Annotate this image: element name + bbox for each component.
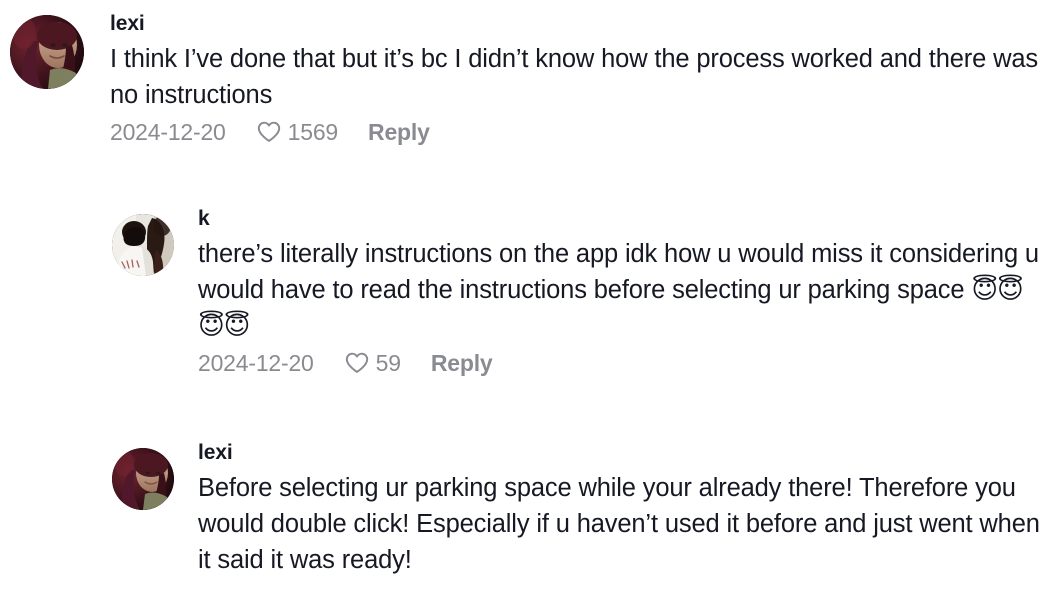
- comment-item: lexi Before selecting ur parking space w…: [112, 440, 1048, 578]
- avatar-lexi[interactable]: [112, 448, 174, 510]
- like-count: 1569: [287, 118, 339, 145]
- comment-text: there’s literally instructions on the ap…: [198, 236, 1048, 344]
- reply-button[interactable]: Reply: [368, 120, 430, 144]
- reply-button[interactable]: Reply: [431, 351, 493, 375]
- comment-body: k there’s literally instructions on the …: [198, 206, 1048, 376]
- like-count: 59: [375, 349, 401, 376]
- comment-text-body: there’s literally instructions on the ap…: [198, 240, 1039, 305]
- comment-username[interactable]: lexi: [110, 11, 1048, 37]
- avatar-lexi[interactable]: [10, 15, 84, 89]
- comment-body: lexi Before selecting ur parking space w…: [198, 440, 1048, 578]
- comment-meta: 2024-12-20 59 Reply: [198, 350, 1048, 376]
- heart-icon: [256, 119, 282, 145]
- comment-body: lexi I think I’ve done that but it’s bc …: [110, 11, 1048, 145]
- heart-icon: [344, 350, 370, 376]
- comment-item: lexi I think I’ve done that but it’s bc …: [10, 11, 1048, 145]
- comment-meta: 2024-12-20 1569 Reply: [110, 119, 1048, 145]
- comment-item: k there’s literally instructions on the …: [112, 206, 1048, 376]
- avatar-k[interactable]: [112, 214, 174, 276]
- comment-username[interactable]: k: [198, 206, 1048, 232]
- comment-text: Before selecting ur parking space while …: [198, 474, 1040, 575]
- comment-thread: lexi I think I’ve done that but it’s bc …: [0, 0, 1048, 600]
- comment-username[interactable]: lexi: [198, 440, 1048, 466]
- comment-date: 2024-12-20: [198, 349, 314, 376]
- comment-date: 2024-12-20: [110, 118, 226, 145]
- like-button[interactable]: 59: [344, 350, 401, 376]
- comment-text: I think I’ve done that but it’s bc I did…: [110, 45, 1038, 110]
- like-button[interactable]: 1569: [256, 119, 338, 145]
